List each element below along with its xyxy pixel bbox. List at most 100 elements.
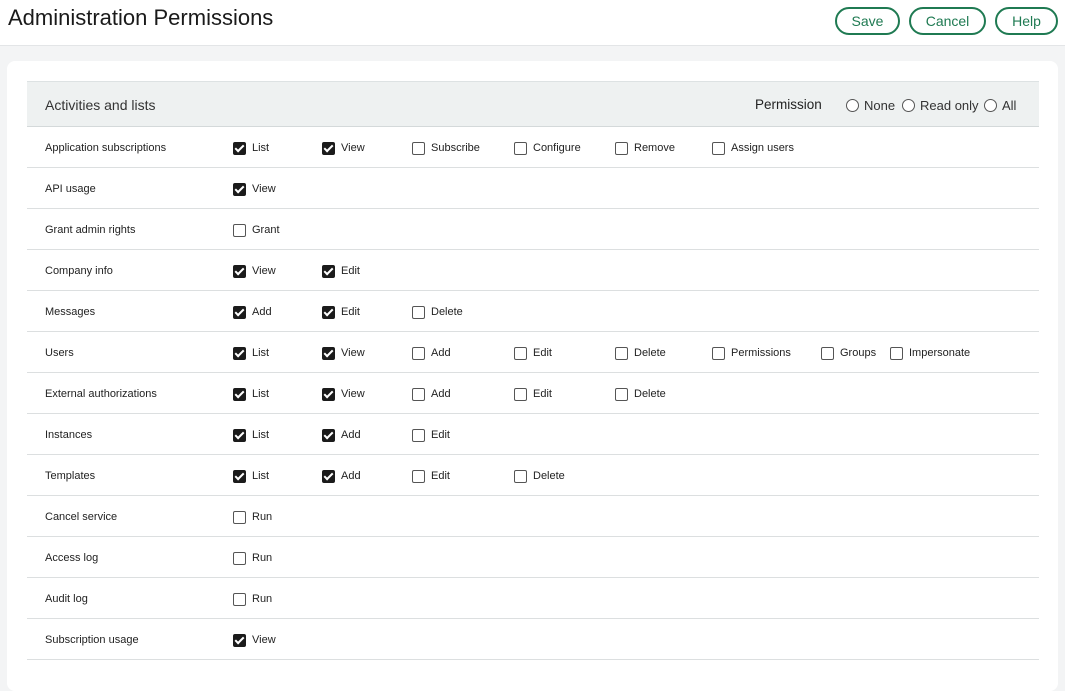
permission-checkbox-option[interactable]: Delete [514,469,565,483]
checkbox-unchecked-icon[interactable] [233,551,246,565]
permission-checkbox-option[interactable]: Run [233,551,272,565]
checkbox-unchecked-icon[interactable] [615,141,628,155]
permission-checkbox-option[interactable]: Add [412,387,451,401]
permission-row: Templates List Add Edit Delete [27,455,1039,496]
permission-checkbox-option[interactable]: View [322,141,365,155]
page-header: Administration Permissions Save Cancel H… [0,0,1065,46]
permission-checkbox-option[interactable]: Edit [514,346,552,360]
permission-checkbox-option[interactable]: View [322,346,365,360]
checkbox-unchecked-icon[interactable] [514,469,527,483]
checkbox-unchecked-icon[interactable] [514,387,527,401]
permission-checkbox-option[interactable]: Add [322,469,361,483]
checkbox-label: Edit [431,429,450,441]
permission-checkbox-option[interactable]: View [233,182,276,196]
checkbox-unchecked-icon[interactable] [514,141,527,155]
permission-checkbox-option[interactable]: Edit [322,305,360,319]
permission-checkbox-option[interactable]: List [233,141,269,155]
checkbox-checked-icon[interactable] [233,428,246,442]
permission-checkbox-option[interactable]: Impersonate [890,346,970,360]
permission-checkbox-option[interactable]: Groups [821,346,876,360]
permission-checkbox-option[interactable]: Edit [412,428,450,442]
checkbox-label: Subscribe [431,142,480,154]
checkbox-unchecked-icon[interactable] [233,510,246,524]
permission-checkbox-option[interactable]: Add [233,305,272,319]
radio-circle-icon[interactable] [846,98,859,112]
checkbox-label: Remove [634,142,675,154]
permission-read-only-radio[interactable]: Read only [902,97,979,113]
permission-checkbox-option[interactable]: Configure [514,141,581,155]
permission-checkbox-option[interactable]: Add [322,428,361,442]
cancel-button[interactable]: Cancel [909,7,986,35]
page-title: Administration Permissions [8,5,274,30]
permission-checkbox-option[interactable]: List [233,428,269,442]
permission-checkbox-option[interactable]: View [322,387,365,401]
permission-checkbox-option[interactable]: Delete [412,305,463,319]
checkbox-unchecked-icon[interactable] [890,346,903,360]
checkbox-unchecked-icon[interactable] [412,387,425,401]
checkbox-unchecked-icon[interactable] [412,305,425,319]
permission-checkbox-option[interactable]: Permissions [712,346,791,360]
checkbox-checked-icon[interactable] [233,387,246,401]
permissions-list: Application subscriptions List View Subscri… [27,127,1039,660]
permission-checkbox-option[interactable]: Edit [322,264,360,278]
checkbox-checked-icon[interactable] [322,387,335,401]
checkbox-unchecked-icon[interactable] [712,346,725,360]
checkbox-unchecked-icon[interactable] [233,223,246,237]
permissions-card: Activities and lists Permission None Rea… [7,61,1058,691]
permission-checkbox-option[interactable]: List [233,469,269,483]
help-button[interactable]: Help [995,7,1058,35]
checkbox-checked-icon[interactable] [233,182,246,196]
checkbox-label: Add [252,306,272,318]
radio-circle-icon[interactable] [984,98,997,112]
permission-checkbox-option[interactable]: Edit [412,469,450,483]
radio-circle-icon[interactable] [902,98,915,112]
checkbox-unchecked-icon[interactable] [412,469,425,483]
checkbox-checked-icon[interactable] [322,346,335,360]
checkbox-unchecked-icon[interactable] [514,346,527,360]
permission-label: Permission [755,97,822,112]
permission-checkbox-option[interactable]: Remove [615,141,675,155]
checkbox-label: View [252,265,276,277]
permission-checkbox-option[interactable]: Delete [615,346,666,360]
checkbox-unchecked-icon[interactable] [615,387,628,401]
permission-checkbox-option[interactable]: Run [233,592,272,606]
checkbox-checked-icon[interactable] [322,428,335,442]
checkbox-checked-icon[interactable] [233,469,246,483]
checkbox-unchecked-icon[interactable] [615,346,628,360]
permission-checkbox-option[interactable]: Add [412,346,451,360]
permission-checkbox-option[interactable]: Subscribe [412,141,480,155]
checkbox-unchecked-icon[interactable] [412,346,425,360]
permission-none-radio[interactable]: None [846,97,895,113]
permission-all-radio[interactable]: All [984,97,1016,113]
checkbox-checked-icon[interactable] [322,264,335,278]
checkbox-checked-icon[interactable] [233,141,246,155]
row-label: API usage [45,183,96,195]
checkbox-checked-icon[interactable] [233,346,246,360]
checkbox-checked-icon[interactable] [322,469,335,483]
checkbox-checked-icon[interactable] [233,633,246,647]
checkbox-unchecked-icon[interactable] [412,428,425,442]
permission-row: Grant admin rights Grant [27,209,1039,250]
checkbox-checked-icon[interactable] [233,305,246,319]
permission-checkbox-option[interactable]: Assign users [712,141,794,155]
save-button[interactable]: Save [835,7,900,35]
checkbox-label: List [252,470,270,482]
permission-checkbox-option[interactable]: Delete [615,387,666,401]
radio-label: All [1002,97,1017,113]
checkbox-unchecked-icon[interactable] [233,592,246,606]
permission-checkbox-option[interactable]: Run [233,510,272,524]
permission-checkbox-option[interactable]: Grant [233,223,280,237]
permission-checkbox-option[interactable]: List [233,387,269,401]
permission-checkbox-option[interactable]: View [233,633,276,647]
permission-row: Subscription usage View [27,619,1039,660]
checkbox-unchecked-icon[interactable] [712,141,725,155]
permission-checkbox-option[interactable]: Edit [514,387,552,401]
checkbox-unchecked-icon[interactable] [412,141,425,155]
permission-checkbox-option[interactable]: List [233,346,269,360]
permission-checkbox-option[interactable]: View [233,264,276,278]
checkbox-unchecked-icon[interactable] [821,346,834,360]
checkbox-checked-icon[interactable] [322,141,335,155]
radio-label: Read only [920,97,979,113]
checkbox-checked-icon[interactable] [322,305,335,319]
checkbox-checked-icon[interactable] [233,264,246,278]
